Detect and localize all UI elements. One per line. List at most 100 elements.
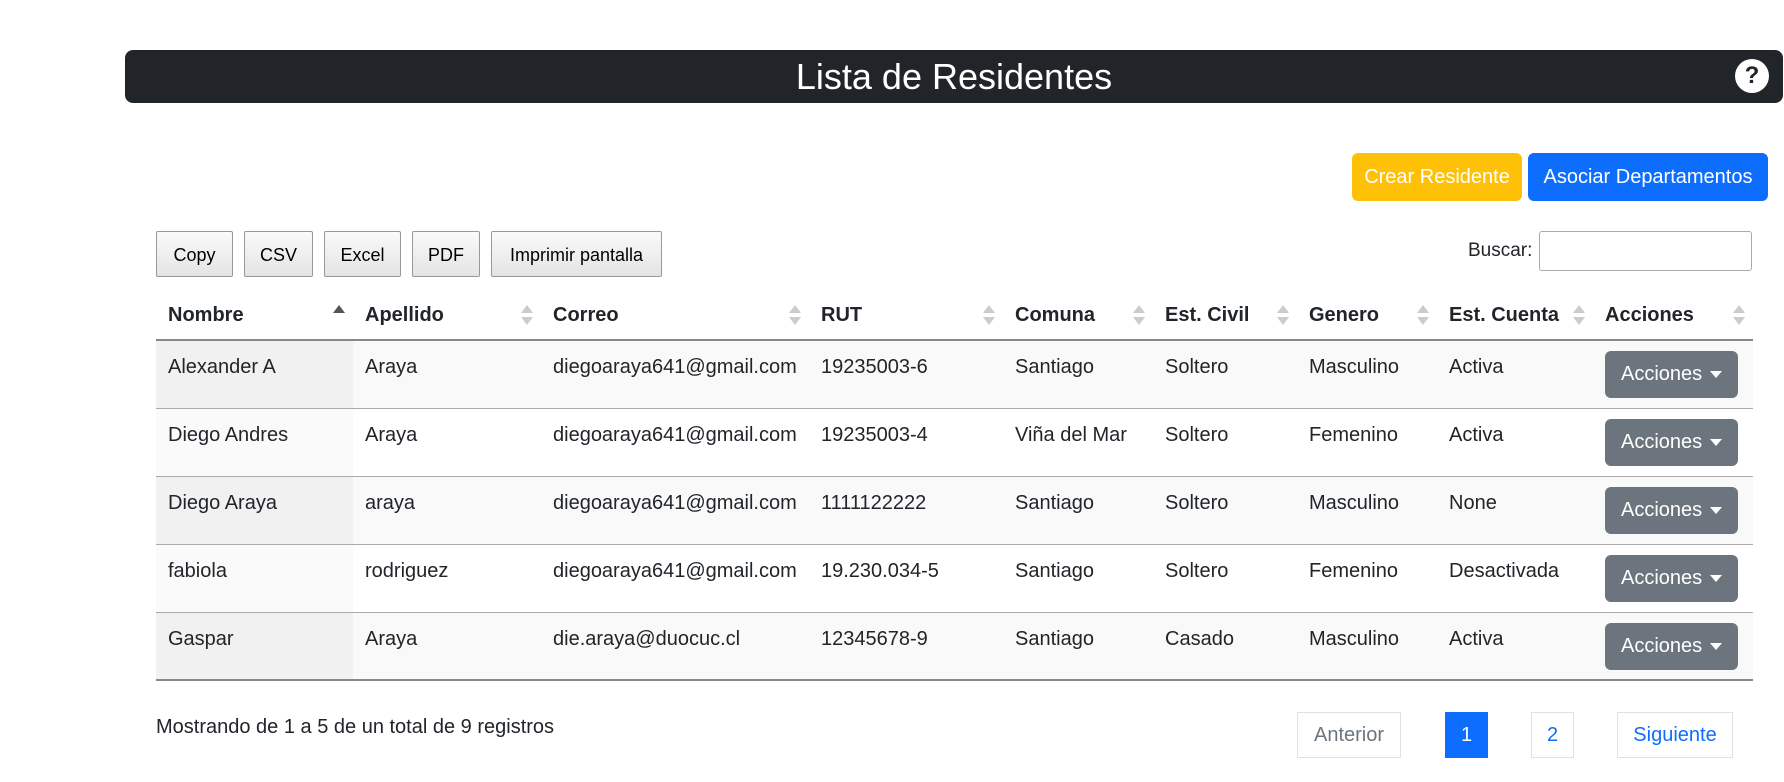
cell-nombre: Gaspar bbox=[156, 612, 353, 681]
cell-nombre: Diego Araya bbox=[156, 476, 353, 545]
column-header-label: Genero bbox=[1309, 303, 1380, 326]
pagination-previous[interactable]: Anterior bbox=[1297, 712, 1401, 758]
cell-acciones: Acciones bbox=[1593, 340, 1753, 409]
column-header-nombre[interactable]: Nombre bbox=[156, 291, 353, 341]
caret-down-icon bbox=[1710, 371, 1722, 378]
sort-icon bbox=[1417, 303, 1429, 327]
print-button[interactable]: Imprimir pantalla bbox=[491, 231, 662, 277]
cell-genero: Masculino bbox=[1297, 476, 1437, 545]
pagination-page-1[interactable]: 1 bbox=[1445, 712, 1488, 758]
cell-rut: 12345678-9 bbox=[809, 612, 1003, 681]
help-button[interactable]: ? bbox=[1735, 59, 1769, 93]
column-header-est-cuenta[interactable]: Est. Cuenta bbox=[1437, 291, 1593, 341]
caret-down-icon bbox=[1710, 574, 1722, 582]
cell-comuna: Santiago bbox=[1003, 476, 1153, 545]
actions-dropdown-button[interactable]: Acciones bbox=[1605, 622, 1738, 670]
cell-rut: 19235003-6 bbox=[809, 340, 1003, 409]
cell-est-civil: Casado bbox=[1153, 612, 1297, 681]
pagination-page-2[interactable]: 2 bbox=[1531, 712, 1574, 758]
cell-comuna: Viña del Mar bbox=[1003, 408, 1153, 477]
sort-icon bbox=[521, 303, 533, 327]
sort-icon bbox=[1733, 303, 1745, 327]
column-header-label: Acciones bbox=[1605, 303, 1694, 326]
cell-acciones: Acciones bbox=[1593, 408, 1753, 477]
column-header-est-civil[interactable]: Est. Civil bbox=[1153, 291, 1297, 341]
page-title: Lista de Residentes bbox=[795, 56, 1113, 97]
cell-est-cuenta: Activa bbox=[1437, 340, 1593, 409]
actions-dropdown-button[interactable]: Acciones bbox=[1605, 554, 1738, 602]
cell-est-cuenta: Desactivada bbox=[1437, 544, 1593, 613]
caret-down-icon bbox=[1710, 642, 1722, 650]
actions-dropdown-label: Acciones bbox=[1621, 634, 1703, 657]
cell-genero: Masculino bbox=[1297, 340, 1437, 409]
sort-icon bbox=[983, 303, 995, 327]
cell-acciones: Acciones bbox=[1593, 612, 1753, 681]
cell-comuna: Santiago bbox=[1003, 544, 1153, 613]
cell-est-cuenta: None bbox=[1437, 476, 1593, 545]
sort-icon bbox=[1133, 303, 1145, 327]
cell-correo: diegoaraya641@gmail.com bbox=[541, 408, 809, 477]
cell-rut: 19235003-4 bbox=[809, 408, 1003, 477]
column-header-label: Apellido bbox=[365, 303, 444, 326]
table-header-row: Nombre Apellido Correo RUT Comuna Est. Civil G… bbox=[156, 291, 1753, 341]
cell-est-civil: Soltero bbox=[1153, 476, 1297, 545]
column-header-label: Nombre bbox=[168, 303, 244, 326]
column-header-acciones[interactable]: Acciones bbox=[1593, 291, 1753, 341]
sort-icon bbox=[333, 303, 345, 327]
cell-est-civil: Soltero bbox=[1153, 544, 1297, 613]
create-resident-button[interactable]: Crear Residente bbox=[1352, 153, 1522, 201]
table-row: Alexander A Araya diegoaraya641@gmail.com 1… bbox=[156, 340, 1753, 409]
column-header-label: Est. Cuenta bbox=[1449, 303, 1560, 326]
column-header-correo[interactable]: Correo bbox=[541, 291, 809, 341]
actions-dropdown-label: Acciones bbox=[1621, 430, 1703, 453]
cell-correo: diegoaraya641@gmail.com bbox=[541, 544, 809, 613]
copy-button[interactable]: Copy bbox=[156, 231, 233, 277]
caret-down-icon bbox=[1710, 506, 1722, 514]
table-row: fabiola rodriguez diegoaraya641@gmail.com 1… bbox=[156, 544, 1753, 613]
cell-comuna: Santiago bbox=[1003, 340, 1153, 409]
csv-button[interactable]: CSV bbox=[244, 231, 313, 277]
actions-dropdown-label: Acciones bbox=[1621, 498, 1703, 521]
table-info: Mostrando de 1 a 5 de un total de 9 regi… bbox=[156, 716, 555, 738]
search-label: Buscar: bbox=[1468, 240, 1533, 261]
cell-rut: 19.230.034-5 bbox=[809, 544, 1003, 613]
caret-down-icon bbox=[1710, 438, 1722, 446]
residents-table: Nombre Apellido Correo RUT Comuna Est. Civil G… bbox=[156, 291, 1753, 681]
cell-apellido: rodriguez bbox=[353, 544, 541, 613]
cell-est-civil: Soltero bbox=[1153, 340, 1297, 409]
pdf-button[interactable]: PDF bbox=[412, 231, 480, 277]
cell-nombre: Alexander A bbox=[156, 340, 353, 409]
cell-correo: diegoaraya641@gmail.com bbox=[541, 476, 809, 545]
cell-genero: Masculino bbox=[1297, 612, 1437, 681]
actions-dropdown-label: Acciones bbox=[1621, 566, 1703, 589]
sort-icon bbox=[1573, 303, 1585, 327]
cell-nombre: fabiola bbox=[156, 544, 353, 613]
actions-dropdown-button[interactable]: Acciones bbox=[1605, 351, 1738, 398]
sort-icon bbox=[789, 303, 801, 327]
cell-nombre: Diego Andres bbox=[156, 408, 353, 477]
cell-est-cuenta: Activa bbox=[1437, 612, 1593, 681]
actions-dropdown-button[interactable]: Acciones bbox=[1605, 418, 1738, 466]
actions-dropdown-button[interactable]: Acciones bbox=[1605, 486, 1738, 534]
table-row: Diego Araya araya diegoaraya641@gmail.com 1… bbox=[156, 476, 1753, 545]
column-header-label: Comuna bbox=[1015, 303, 1095, 326]
cell-apellido: Araya bbox=[353, 340, 541, 409]
excel-button[interactable]: Excel bbox=[324, 231, 401, 277]
table-row: Diego Andres Araya diegoaraya641@gmail.com… bbox=[156, 408, 1753, 477]
column-header-genero[interactable]: Genero bbox=[1297, 291, 1437, 341]
cell-genero: Femenino bbox=[1297, 408, 1437, 477]
pagination-next[interactable]: Siguiente bbox=[1617, 712, 1733, 758]
column-header-apellido[interactable]: Apellido bbox=[353, 291, 541, 341]
cell-acciones: Acciones bbox=[1593, 476, 1753, 545]
cell-est-cuenta: Activa bbox=[1437, 408, 1593, 477]
column-header-comuna[interactable]: Comuna bbox=[1003, 291, 1153, 341]
column-header-label: RUT bbox=[821, 303, 863, 326]
cell-est-civil: Soltero bbox=[1153, 408, 1297, 477]
search-input[interactable] bbox=[1539, 231, 1752, 271]
cell-acciones: Acciones bbox=[1593, 544, 1753, 613]
table-row: Gaspar Araya die.araya@duocuc.cl 12345678-9… bbox=[156, 612, 1753, 681]
actions-dropdown-label: Acciones bbox=[1621, 363, 1703, 385]
associate-departments-button[interactable]: Asociar Departamentos bbox=[1528, 153, 1768, 201]
column-header-rut[interactable]: RUT bbox=[809, 291, 1003, 341]
cell-apellido: araya bbox=[353, 476, 541, 545]
